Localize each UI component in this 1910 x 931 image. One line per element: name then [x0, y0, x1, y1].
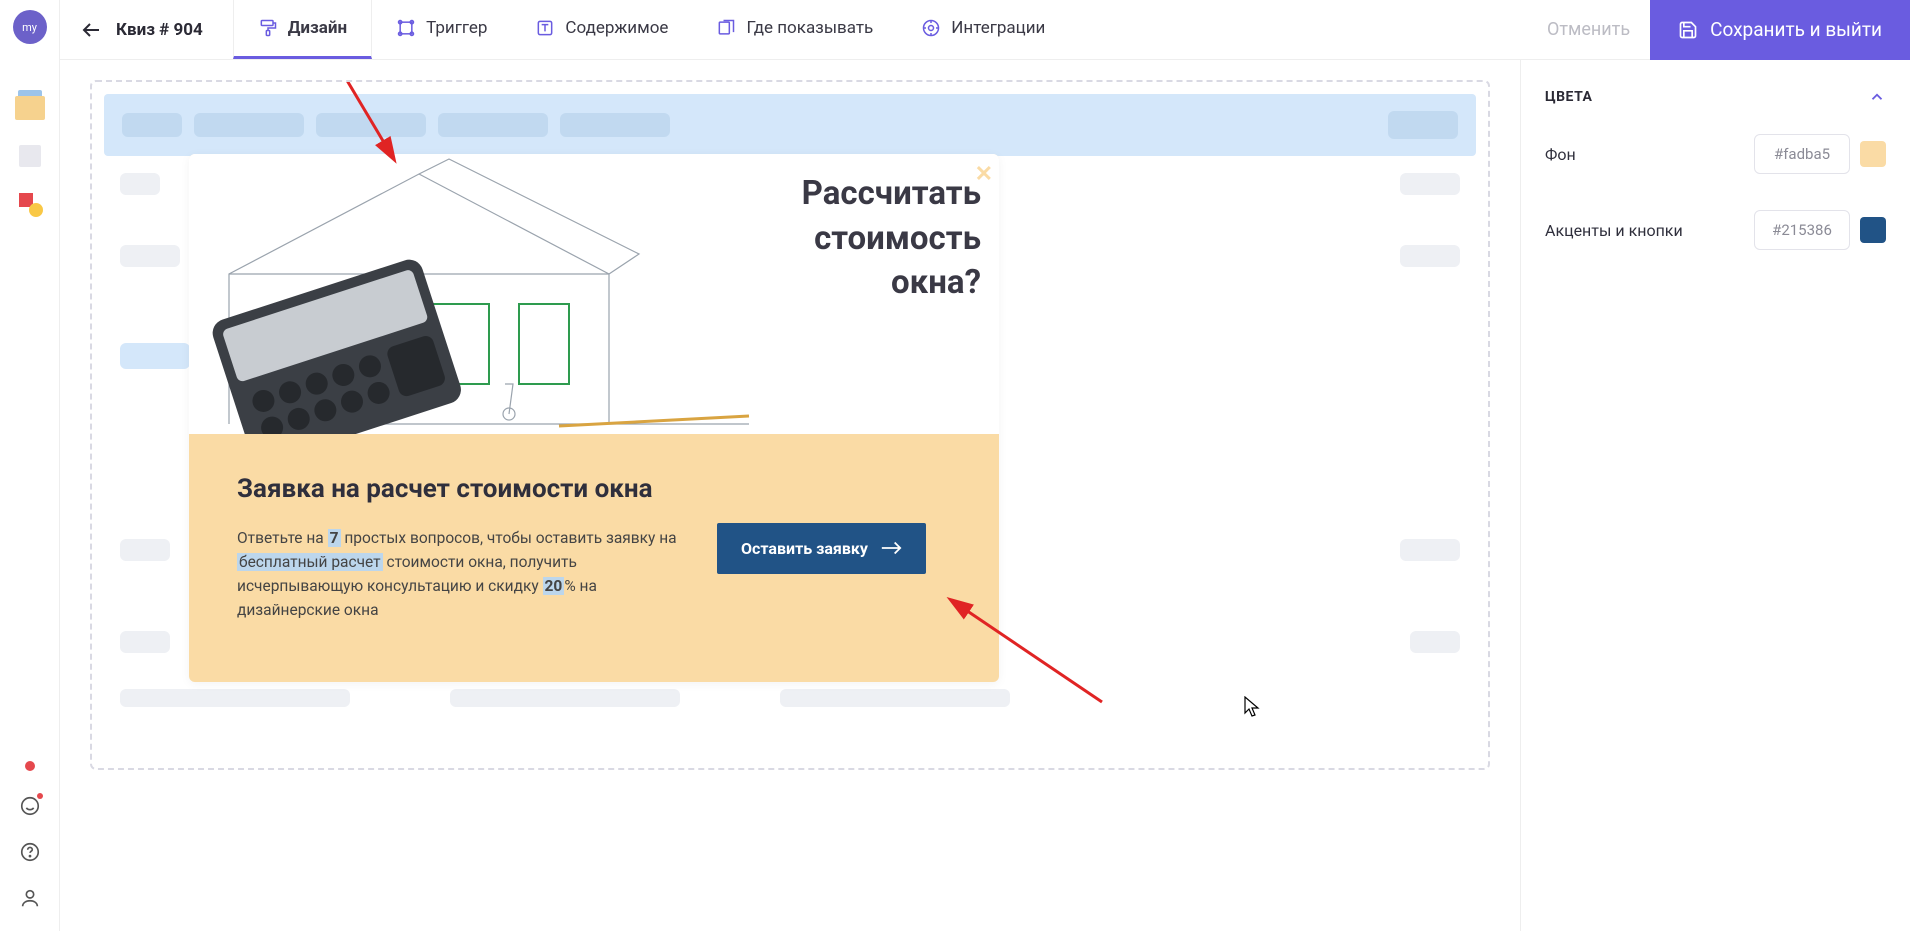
quiz-title-label: Квиз # 904 — [116, 20, 203, 40]
quiz-preview-card: Рассчитать стоимость окна? ✕ Заявка на р… — [189, 154, 999, 682]
quiz-close-button[interactable]: ✕ — [975, 162, 993, 187]
color-row-accent: Акценты и кнопки — [1545, 210, 1886, 250]
left-rail: my — [0, 0, 60, 931]
topbar: Квиз # 904 Дизайн Триггер Содержимое Гд — [60, 0, 1910, 60]
quiz-hero-title: Рассчитать стоимость окна? — [802, 172, 981, 306]
accent-swatch[interactable] — [1860, 217, 1886, 243]
rail-chat-icon[interactable] — [19, 795, 41, 821]
arrow-right-icon — [880, 541, 902, 555]
tab-design-label: Дизайн — [288, 18, 347, 38]
roller-icon — [258, 18, 278, 38]
side-panel: ЦВЕТА Фон Акценты и кнопки — [1520, 60, 1910, 931]
cancel-button[interactable]: Отменить — [1547, 19, 1630, 40]
tab-integrations-label: Интеграции — [951, 18, 1045, 38]
tab-integrations[interactable]: Интеграции — [897, 0, 1069, 59]
save-label: Сохранить и выйти — [1710, 18, 1882, 41]
tab-where-label: Где показывать — [746, 18, 873, 38]
quiz-cta-label: Оставить заявку — [741, 539, 868, 558]
color-row-bg: Фон — [1545, 134, 1886, 174]
quiz-title-line3: окна? — [802, 261, 981, 306]
panel-section-colors[interactable]: ЦВЕТА — [1545, 88, 1886, 106]
rail-alert-icon[interactable] — [25, 761, 35, 771]
quiz-cta-button[interactable]: Оставить заявку — [717, 523, 926, 574]
quiz-heading: Заявка на расчет стоимости окна — [237, 474, 677, 504]
accent-color-input[interactable] — [1754, 210, 1850, 250]
back-button[interactable]: Квиз # 904 — [80, 18, 203, 42]
pages-icon — [716, 18, 736, 38]
accent-label: Акценты и кнопки — [1545, 221, 1683, 240]
quiz-title-line1: Рассчитать — [802, 172, 981, 217]
preview-canvas: Рассчитать стоимость окна? ✕ Заявка на р… — [90, 80, 1490, 770]
bg-label: Фон — [1545, 145, 1576, 164]
save-icon — [1678, 20, 1698, 40]
canvas-area: Рассчитать стоимость окна? ✕ Заявка на р… — [60, 60, 1520, 931]
tab-content-label: Содержимое — [565, 18, 668, 38]
avatar[interactable]: my — [13, 10, 47, 44]
tabs: Дизайн Триггер Содержимое Где показывать… — [233, 0, 1070, 59]
quiz-description: Ответьте на 7 простых вопросов, чтобы ос… — [237, 526, 677, 622]
arrow-left-icon — [80, 18, 104, 42]
chevron-up-icon — [1868, 88, 1886, 106]
cursor-icon — [1244, 696, 1262, 722]
rail-box-icon[interactable] — [14, 92, 46, 124]
text-icon — [535, 18, 555, 38]
tab-trigger[interactable]: Триггер — [372, 0, 511, 59]
rail-shapes-icon[interactable] — [14, 188, 46, 220]
tab-trigger-label: Триггер — [426, 18, 487, 38]
rail-user-icon[interactable] — [19, 887, 41, 913]
tab-where[interactable]: Где показывать — [692, 0, 897, 59]
integrations-icon — [921, 18, 941, 38]
bg-color-input[interactable] — [1754, 134, 1850, 174]
rail-doc-icon[interactable] — [14, 140, 46, 172]
panel-section-label: ЦВЕТА — [1545, 89, 1592, 105]
tab-content[interactable]: Содержимое — [511, 0, 692, 59]
tab-design[interactable]: Дизайн — [233, 0, 372, 59]
placeholder-header — [104, 94, 1476, 156]
bg-swatch[interactable] — [1860, 141, 1886, 167]
quiz-title-line2: стоимость — [802, 217, 981, 262]
bounding-icon — [396, 18, 416, 38]
save-button[interactable]: Сохранить и выйти — [1650, 0, 1910, 60]
rail-help-icon[interactable] — [19, 841, 41, 867]
